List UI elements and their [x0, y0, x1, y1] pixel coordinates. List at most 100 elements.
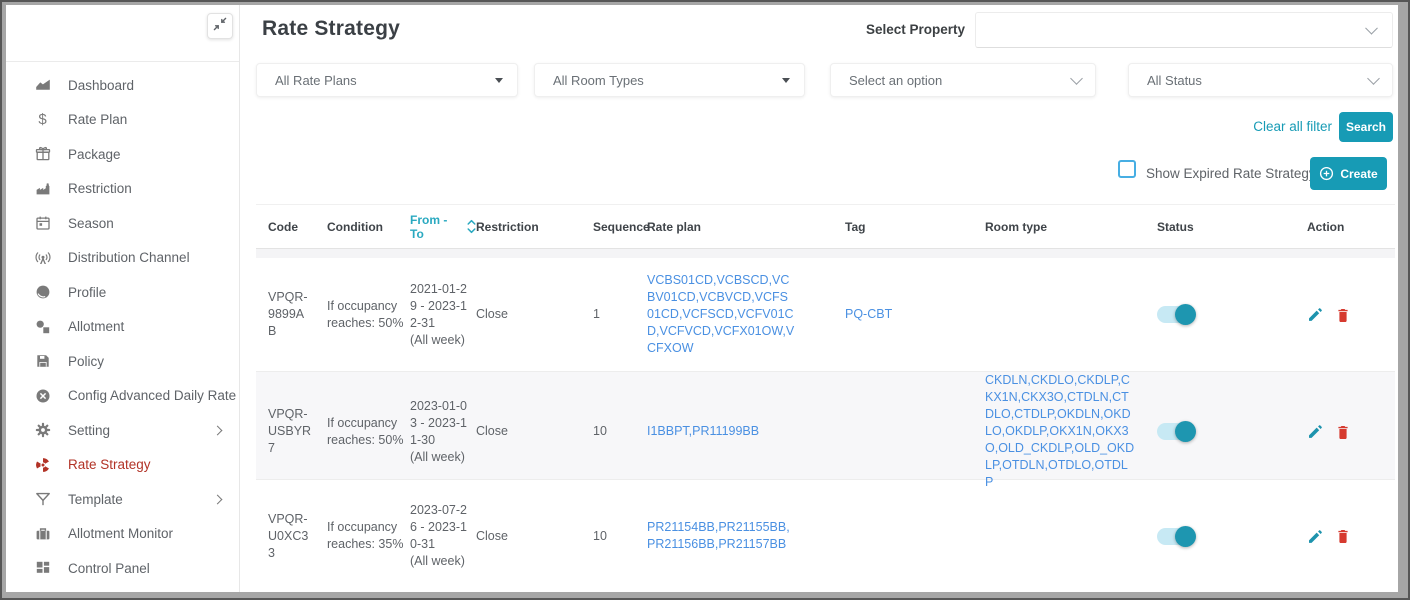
create-button[interactable]: Create: [1310, 157, 1387, 190]
sidebar-item-restriction[interactable]: Restriction: [6, 172, 239, 207]
edit-pencil-icon[interactable]: [1307, 423, 1324, 440]
rate-plan-link[interactable]: PR21154BB,PR21155BB,PR21156BB,PR21157BB: [647, 519, 795, 553]
property-select[interactable]: [975, 12, 1393, 48]
shapes-icon: [34, 318, 51, 335]
cell-condition: If occupancy reaches: 35%: [327, 519, 410, 553]
column-header-sequence: Sequence: [593, 220, 647, 234]
sidebar-item-label: Package: [68, 147, 225, 162]
edit-pencil-icon[interactable]: [1307, 306, 1324, 323]
sidebar-item-setting[interactable]: Setting: [6, 413, 239, 448]
delete-trash-icon[interactable]: [1335, 307, 1351, 323]
room-type-link[interactable]: CKDLN,CKDLO,CKDLP,CKX1N,CKX3O,CTDLN,CTDL…: [985, 372, 1135, 491]
sidebar-item-policy[interactable]: Policy: [6, 344, 239, 379]
toggle-knob: [1175, 421, 1196, 442]
column-header-restriction: Restriction: [476, 220, 593, 234]
sidebar-item-label: Season: [68, 216, 225, 231]
search-button[interactable]: Search: [1339, 112, 1393, 142]
antenna-icon: [34, 249, 51, 266]
cell-sequence: 1: [593, 306, 647, 323]
cell-status: [1145, 306, 1257, 323]
cell-from-to: 2021-01-29 - 2023-12-31(All week): [410, 281, 476, 349]
rate-strategy-table: Code Condition From - To Restriction Seq…: [256, 204, 1395, 592]
sidebar-item-config-advanced-daily-rate[interactable]: Config Advanced Daily Rate: [6, 379, 239, 414]
main-content: Rate Strategy Select Property All Rate P…: [240, 5, 1398, 592]
sidebar-item-rate-strategy[interactable]: Rate Strategy: [6, 448, 239, 483]
radiation-icon: [34, 456, 51, 473]
filters-row: All Rate Plans All Room Types Select an …: [240, 63, 1398, 97]
cell-rate-plan: PR21154BB,PR21155BB,PR21156BB,PR21157BB: [647, 519, 845, 553]
table-header-row: Code Condition From - To Restriction Seq…: [256, 205, 1395, 249]
sidebar-item-control-panel[interactable]: Control Panel: [6, 551, 239, 586]
cell-room-type: CKDLN,CKDLO,CKDLP,CKX1N,CKX3O,CTDLN,CTDL…: [985, 372, 1145, 491]
status-toggle[interactable]: [1157, 528, 1194, 545]
column-header-from-to[interactable]: From - To: [410, 213, 476, 241]
sidebar-item-allotment[interactable]: Allotment: [6, 310, 239, 345]
rate-plans-dropdown-value: All Rate Plans: [275, 73, 357, 88]
sidebar-item-season[interactable]: Season: [6, 206, 239, 241]
funnel-icon: [34, 491, 51, 508]
sidebar-item-profile[interactable]: Profile: [6, 275, 239, 310]
chevron-down-icon: [1367, 72, 1380, 85]
cell-action: [1257, 306, 1395, 323]
caret-down-icon: [495, 78, 503, 83]
cell-code: VPQR-USBYR7: [256, 406, 327, 457]
sidebar-item-template[interactable]: Template: [6, 482, 239, 517]
status-dropdown[interactable]: All Status: [1128, 63, 1393, 97]
cell-restriction: Close: [476, 423, 593, 440]
show-expired-label: Show Expired Rate Strategy: [1146, 157, 1316, 190]
room-types-dropdown[interactable]: All Room Types: [534, 63, 805, 97]
sort-icon[interactable]: [467, 219, 476, 234]
rate-plans-dropdown[interactable]: All Rate Plans: [256, 63, 518, 97]
sidebar-divider: [6, 61, 239, 62]
sidebar-item-label: Rate Strategy: [68, 457, 225, 472]
status-toggle[interactable]: [1157, 423, 1194, 440]
toggle-knob: [1175, 526, 1196, 547]
column-header-status: Status: [1145, 220, 1257, 234]
edit-pencil-icon[interactable]: [1307, 528, 1324, 545]
delete-trash-icon[interactable]: [1335, 424, 1351, 440]
grid-icon: [34, 560, 51, 577]
cell-rate-plan: VCBS01CD,VCBSCD,VCBV01CD,VCBVCD,VCFS01CD…: [647, 272, 845, 357]
column-header-rate-plan: Rate plan: [647, 220, 845, 234]
option-dropdown-placeholder: Select an option: [849, 73, 942, 88]
factory-icon: [34, 180, 51, 197]
cell-condition: If occupancy reaches: 50%: [327, 298, 410, 332]
table-row: VPQR-9899AB If occupancy reaches: 50% 20…: [256, 258, 1395, 372]
sidebar-item-allotment-monitor[interactable]: Allotment Monitor: [6, 517, 239, 552]
cell-restriction: Close: [476, 528, 593, 545]
sidebar-item-label: Restriction: [68, 181, 225, 196]
rate-plan-link[interactable]: VCBS01CD,VCBSCD,VCBV01CD,VCBVCD,VCFS01CD…: [647, 272, 795, 357]
clear-all-filter-link[interactable]: Clear all filter: [1253, 112, 1332, 142]
cell-code: VPQR-9899AB: [256, 289, 327, 340]
sidebar-item-label: Setting: [68, 423, 214, 438]
show-expired-checkbox[interactable]: [1118, 160, 1136, 178]
sidebar-item-label: Profile: [68, 285, 225, 300]
cell-action: [1257, 528, 1395, 545]
column-header-code: Code: [256, 220, 327, 234]
sidebar-item-package[interactable]: Package: [6, 137, 239, 172]
sidebar-item-label: Rate Plan: [68, 112, 225, 127]
caret-down-icon: [782, 78, 790, 83]
sidebar-item-rate-plan[interactable]: $ Rate Plan: [6, 103, 239, 138]
sidebar-item-label: Allotment: [68, 319, 225, 334]
sidebar-item-label: Policy: [68, 354, 225, 369]
property-select-row: Select Property: [240, 12, 1393, 48]
sidebar-item-label: Dashboard: [68, 78, 225, 93]
sidebar-item-dashboard[interactable]: Dashboard: [6, 68, 239, 103]
tag-link[interactable]: PQ-CBT: [845, 306, 985, 323]
gift-icon: [34, 146, 51, 163]
toggle-knob: [1175, 304, 1196, 325]
sidebar-collapse-button[interactable]: [207, 13, 233, 39]
delete-trash-icon[interactable]: [1335, 528, 1351, 544]
dashboard-chart-icon: [34, 77, 51, 94]
rate-plan-link[interactable]: I1BBPT,PR11199BB: [647, 423, 795, 440]
sidebar-item-distribution-channel[interactable]: Distribution Channel: [6, 241, 239, 276]
briefcase-icon: [34, 525, 51, 542]
plus-circle-icon: [1319, 166, 1334, 181]
status-toggle[interactable]: [1157, 306, 1194, 323]
option-dropdown[interactable]: Select an option: [830, 63, 1096, 97]
gear-icon: [34, 422, 51, 439]
cell-status: [1145, 528, 1257, 545]
sidebar-menu: Dashboard $ Rate Plan Package Restrictio…: [6, 68, 239, 586]
sidebar-item-label: Allotment Monitor: [68, 526, 225, 541]
